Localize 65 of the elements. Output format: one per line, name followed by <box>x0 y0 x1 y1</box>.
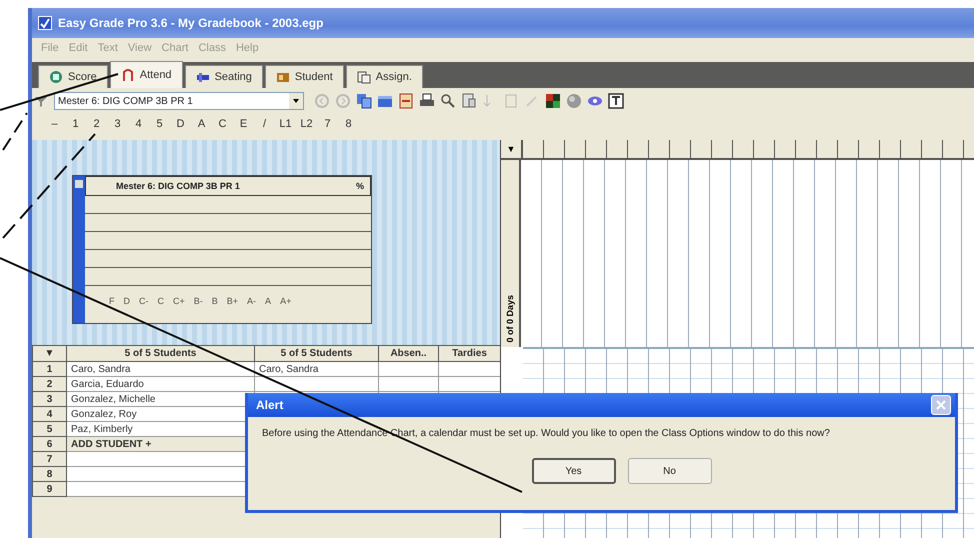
grade-label: B+ <box>226 296 238 306</box>
dialog-button[interactable]: Yes <box>532 458 616 484</box>
tab[interactable]: Assign. <box>346 65 423 88</box>
row-number: 5 <box>32 422 66 436</box>
tab[interactable]: Student <box>264 65 344 88</box>
dropdown-arrow-icon[interactable] <box>292 97 300 105</box>
globe-icon[interactable] <box>566 93 582 109</box>
copy-icon[interactable] <box>356 93 372 109</box>
column-key[interactable]: D <box>170 118 191 130</box>
tab[interactable]: Seating <box>184 65 263 88</box>
row-number: 1 <box>32 362 66 376</box>
dialog-button[interactable]: No <box>628 458 712 484</box>
column-key[interactable]: 8 <box>338 118 359 130</box>
column-key[interactable]: L2 <box>296 118 317 130</box>
row-number: 6 <box>32 436 66 452</box>
app-icon <box>38 16 52 30</box>
class-dropdown[interactable]: Mester 6: DIG COMP 3B PR 1 <box>54 92 304 110</box>
search-icon[interactable] <box>440 93 456 109</box>
column-key[interactable]: C <box>212 118 233 130</box>
folder-icon[interactable] <box>377 93 393 109</box>
row-number: 3 <box>32 392 66 406</box>
column-key[interactable]: 4 <box>128 118 149 130</box>
tab[interactable]: Score <box>38 65 108 88</box>
column-key[interactable]: – <box>44 118 65 130</box>
grade-label: A+ <box>280 296 292 306</box>
column-key[interactable]: / <box>254 118 275 130</box>
grade-label: A- <box>247 296 256 306</box>
column-header[interactable]: Tardies <box>438 346 500 362</box>
grade-label: B- <box>194 296 203 306</box>
row-number: 2 <box>32 376 66 392</box>
column-key[interactable]: 1 <box>65 118 86 130</box>
chart-title: Mester 6: DIG COMP 3B PR 1 <box>116 181 240 191</box>
grade-label: C- <box>139 296 148 306</box>
column-key[interactable]: A <box>191 118 212 130</box>
grade-label: A <box>265 296 272 306</box>
column-key[interactable]: 2 <box>86 118 107 130</box>
print-icon[interactable] <box>419 93 435 109</box>
column-header[interactable]: ▼ <box>32 346 66 362</box>
column-key[interactable]: E <box>233 118 254 130</box>
unit-label: % <box>356 181 364 191</box>
row-number: 4 <box>32 406 66 422</box>
days-label: 0 of 0 Days <box>505 295 515 343</box>
grade-label: D <box>124 296 130 306</box>
grade-label: C <box>158 296 164 306</box>
column-key[interactable]: 5 <box>149 118 170 130</box>
column-header[interactable]: Absen.. <box>378 346 438 362</box>
column-key[interactable]: 3 <box>107 118 128 130</box>
row-number: 9 <box>32 482 66 496</box>
pages-icon <box>356 70 371 84</box>
card-icon <box>276 70 290 84</box>
dialog-title: Alert <box>256 398 284 412</box>
column-key[interactable]: L1 <box>275 118 296 130</box>
grade-label: C+ <box>173 296 185 306</box>
column-header[interactable]: 5 of 5 Students <box>66 346 254 362</box>
row-number: 7 <box>32 452 66 466</box>
grade-label: F <box>109 296 114 306</box>
filter-icon[interactable] <box>34 94 48 108</box>
window-title: Easy Grade Pro 3.6 - My Gradebook - 2003.egp <box>58 16 324 30</box>
grade-label: B <box>212 296 218 306</box>
row-number: 8 <box>32 466 66 482</box>
page-icon[interactable] <box>461 93 477 109</box>
column-key[interactable]: 7 <box>317 118 338 130</box>
column-header[interactable]: 5 of 5 Students <box>254 346 378 362</box>
close-icon <box>935 399 947 411</box>
tab[interactable]: Attend <box>110 61 183 88</box>
